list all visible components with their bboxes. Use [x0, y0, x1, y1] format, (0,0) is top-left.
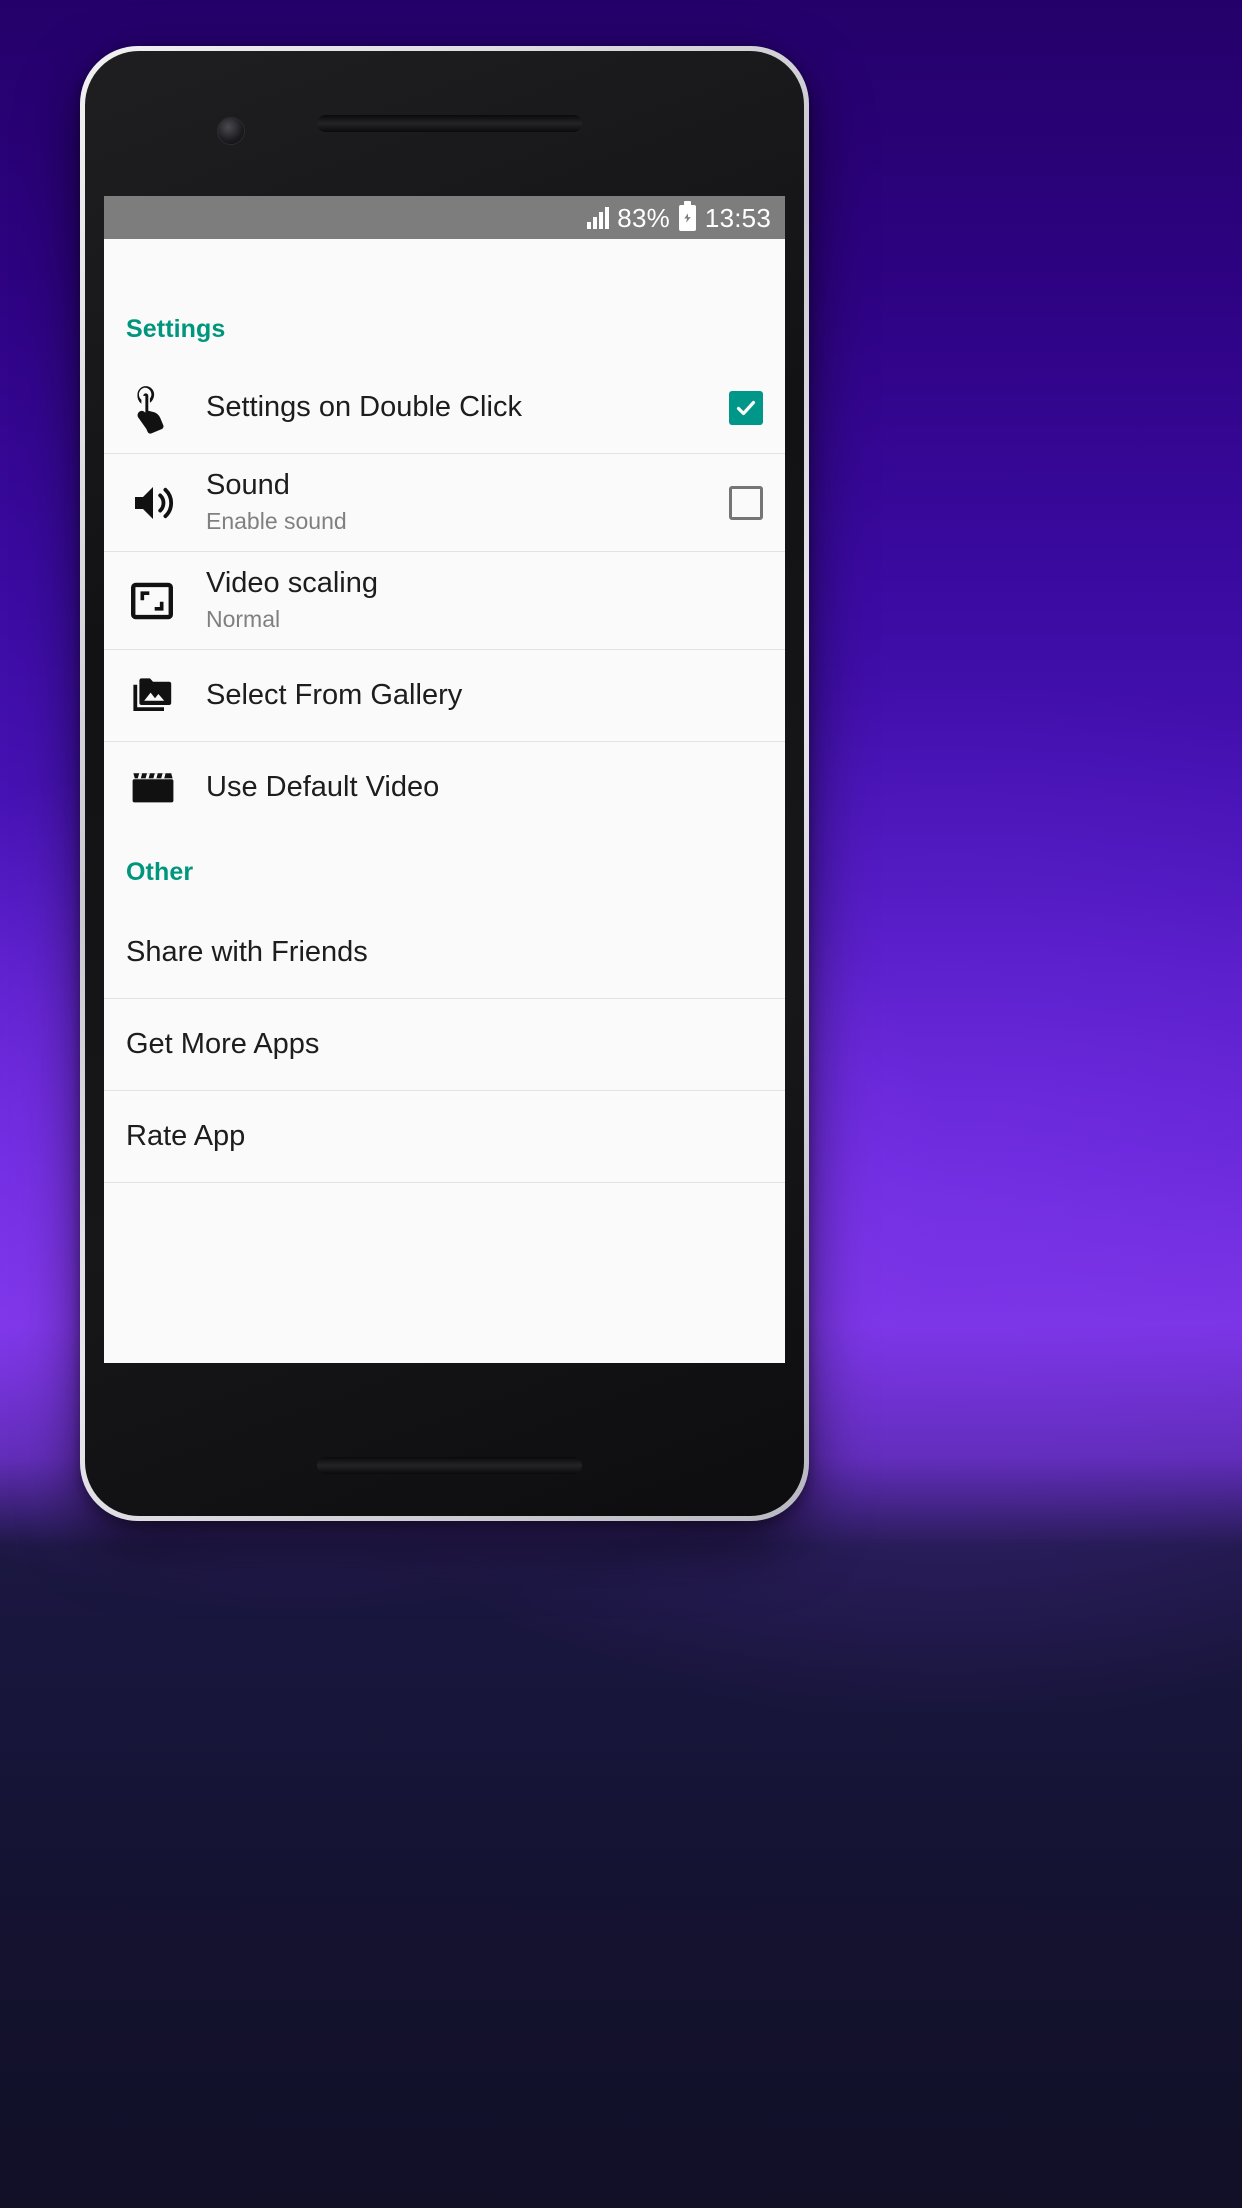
battery-percent-label: 83% — [617, 202, 670, 233]
list-item-use-default-video[interactable]: Use Default Video — [104, 742, 785, 834]
list-item-text: Video scaling Normal — [190, 567, 763, 634]
movie-clapper-icon — [126, 764, 190, 812]
bottom-speaker — [317, 1457, 582, 1474]
list-item-get-more-apps[interactable]: Get More Apps — [104, 999, 785, 1091]
list-item-text: Get More Apps — [126, 1028, 763, 1061]
settings-list[interactable]: Settings Settings on Double Click Sound … — [104, 239, 785, 1363]
list-item-share-with-friends[interactable]: Share with Friends — [104, 907, 785, 999]
section-header-settings: Settings — [126, 315, 226, 343]
battery-charging-icon — [678, 200, 696, 231]
list-item-subtitle: Enable sound — [206, 508, 347, 535]
list-item-title: Select From Gallery — [206, 678, 463, 711]
list-item-text: Sound Enable sound — [190, 469, 715, 536]
touch-tap-icon — [126, 382, 190, 434]
list-item-subtitle: Normal — [206, 606, 281, 633]
list-item-sound[interactable]: Sound Enable sound — [104, 454, 785, 552]
list-item-text: Select From Gallery — [190, 679, 763, 712]
fit-screen-icon — [126, 578, 190, 624]
list-item-title: Get More Apps — [126, 1027, 320, 1060]
list-item-text: Share with Friends — [126, 936, 763, 969]
list-item-text: Rate App — [126, 1120, 763, 1153]
list-bottom-spacer — [104, 1183, 785, 1353]
section-header-other: Other — [126, 858, 194, 886]
signal-bars-icon — [587, 206, 610, 229]
checkbox-sound[interactable] — [729, 485, 763, 520]
earpiece-speaker — [317, 115, 582, 132]
phone-screen: 83% 13:53 Settings Settings on Double Cl… — [104, 196, 785, 1363]
clock-label: 13:53 — [704, 202, 771, 233]
front-camera-icon — [217, 117, 245, 145]
photo-library-icon — [126, 672, 190, 720]
list-item-title: Use Default Video — [206, 771, 440, 804]
volume-up-icon — [126, 479, 190, 527]
list-item-title: Rate App — [126, 1119, 246, 1152]
wallpaper-background: 83% 13:53 Settings Settings on Double Cl… — [0, 0, 1242, 2208]
list-item-video-scaling[interactable]: Video scaling Normal — [104, 552, 785, 650]
phone-device-frame: 83% 13:53 Settings Settings on Double Cl… — [80, 46, 809, 1521]
status-bar: 83% 13:53 — [104, 196, 785, 239]
list-item-title: Video scaling — [206, 567, 378, 600]
phone-body: 83% 13:53 Settings Settings on Double Cl… — [85, 51, 804, 1516]
list-item-title: Settings on Double Click — [206, 390, 522, 423]
list-item-title: Sound — [206, 469, 290, 502]
list-item-select-from-gallery[interactable]: Select From Gallery — [104, 650, 785, 742]
list-item-rate-app[interactable]: Rate App — [104, 1091, 785, 1183]
list-item-text: Settings on Double Click — [190, 391, 715, 424]
list-item-title: Share with Friends — [126, 935, 368, 968]
list-item-settings-on-double-click[interactable]: Settings on Double Click — [104, 362, 785, 454]
checkbox-settings-on-double-click[interactable] — [729, 390, 763, 425]
list-top-spacer — [104, 239, 785, 301]
list-item-text: Use Default Video — [190, 771, 763, 804]
